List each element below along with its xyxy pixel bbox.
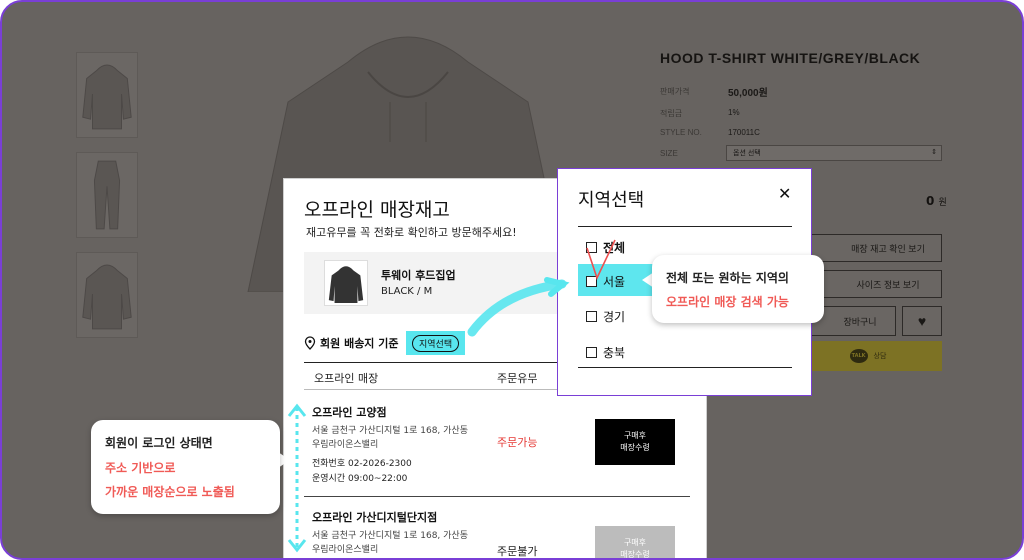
checkbox-chungbuk[interactable]: [586, 347, 597, 358]
order-status-unavailable: 주문불가: [497, 545, 538, 558]
spec-value-price: 50,000원: [728, 88, 768, 99]
thumbnail-hoodie-front[interactable]: [76, 52, 138, 138]
wishlist-button[interactable]: ♥: [902, 306, 942, 336]
callout-right-line2: 오프라인 매장 검색 가능: [666, 295, 789, 309]
region-option-gyeonggi-label: 경기: [603, 310, 626, 324]
row-divider: [304, 496, 690, 497]
member-address-basis: 회원 배송지 기준: [304, 335, 399, 351]
store-hours: 운영시간 09:00~22:00: [312, 474, 408, 484]
region-select-label: 지역선택: [412, 334, 460, 352]
store-name: 오프라인 고양점: [312, 406, 387, 419]
close-icon[interactable]: ✕: [778, 186, 791, 202]
spec-label-price: 판매가격: [660, 87, 690, 96]
callout-right-line1: 전체 또는 원하는 지역의: [666, 271, 789, 285]
modal-subtitle: 재고유무를 꼭 전화로 확인하고 방문해주세요!: [306, 226, 517, 239]
size-select-value: 옵션 선택: [733, 150, 761, 157]
red-check-mark: [586, 239, 616, 281]
spec-value-style: 170011C: [728, 128, 760, 137]
spec-value-points: 1%: [728, 108, 740, 117]
thumbnail-hoodie-back[interactable]: [76, 252, 138, 338]
product-name: 투웨이 후드집업: [381, 269, 456, 282]
callout-login-sort: 회원이 로그인 상태면 주소 기반으로 가까운 매장순으로 노출됨: [91, 420, 280, 514]
thumbnail-pants[interactable]: [76, 152, 138, 238]
total-price: 0 원: [926, 194, 947, 208]
store-phone: 전화번호 02-2026-2300: [312, 459, 412, 469]
spec-label-size: SIZE: [660, 149, 678, 158]
store-address: 서울 금천구 가산디지털 1로 168, 가산동 우림라이온스밸리: [312, 426, 468, 450]
spec-label-style: STYLE NO.: [660, 128, 702, 137]
kakao-talk-button[interactable]: TALK 상담: [794, 341, 942, 371]
region-option-chungbuk[interactable]: 충북: [586, 344, 625, 361]
region-select-button[interactable]: 지역선택: [406, 331, 466, 355]
callout-region-search: 전체 또는 원하는 지역의 오프라인 매장 검색 가능: [652, 255, 824, 323]
kakao-talk-icon: TALK: [849, 349, 868, 363]
product-option: BLACK / M: [381, 286, 433, 297]
callout-left-line2: 주소 기반으로: [105, 461, 176, 475]
callout-left-line3: 가까운 매장순으로 노출됨: [105, 485, 235, 499]
col-header-order: 주문유무: [497, 372, 538, 385]
location-pin-icon: [304, 336, 316, 350]
region-option-gyeonggi[interactable]: 경기: [586, 308, 625, 325]
product-title: HOOD T-SHIRT WHITE/GREY/BLACK: [660, 50, 921, 66]
order-status-available: 주문가능: [497, 436, 538, 449]
heart-icon: ♥: [917, 313, 927, 329]
member-address-label: 회원 배송지 기준: [320, 337, 399, 350]
store-stock-button-label: 매장 재고 확인 보기: [851, 243, 925, 254]
callout-left-line1: 회원이 로그인 상태면: [105, 436, 213, 450]
store-name: 오프라인 가산디지털단지점: [312, 511, 438, 524]
region-modal-title: 지역선택: [578, 190, 645, 211]
store-address: 서울 금천구 가산디지털 1로 168, 가산동 우림라이온스밸리: [312, 531, 468, 555]
cart-button-label: 장바구니: [843, 316, 877, 327]
region-divider-top: [578, 226, 792, 227]
region-divider-bottom: [578, 367, 792, 368]
spec-label-points: 적립금: [660, 109, 683, 118]
kakao-talk-label: 상담: [873, 352, 887, 360]
buy-pickup-button-disabled: 구매후 매장수령: [595, 526, 675, 558]
total-price-unit: 원: [938, 198, 947, 208]
product-thumbnail: [324, 260, 368, 306]
checkbox-gyeonggi[interactable]: [586, 311, 597, 322]
region-option-chungbuk-label: 충북: [603, 346, 626, 360]
size-info-button-label: 사이즈 정보 보기: [856, 279, 920, 290]
selected-product: 투웨이 후드집업 BLACK / M: [304, 252, 574, 314]
table-row: 오프라인 고양점 서울 금천구 가산디지털 1로 168, 가산동 우림라이온스…: [304, 404, 690, 484]
screen-frame: HOOD T-SHIRT WHITE/GREY/BLACK 판매가격 50,00…: [0, 0, 1024, 560]
col-header-store: 오프라인 매장: [314, 372, 379, 385]
modal-title: 오프라인 매장재고: [304, 199, 450, 221]
chevron-updown-icon: ⇕: [931, 149, 937, 156]
buy-pickup-button[interactable]: 구매후 매장수령: [595, 419, 675, 465]
table-row: 오프라인 가산디지털단지점 서울 금천구 가산디지털 1로 168, 가산동 우…: [304, 509, 690, 558]
size-select[interactable]: 옵션 선택 ⇕: [726, 145, 942, 161]
total-price-value: 0: [926, 194, 935, 208]
